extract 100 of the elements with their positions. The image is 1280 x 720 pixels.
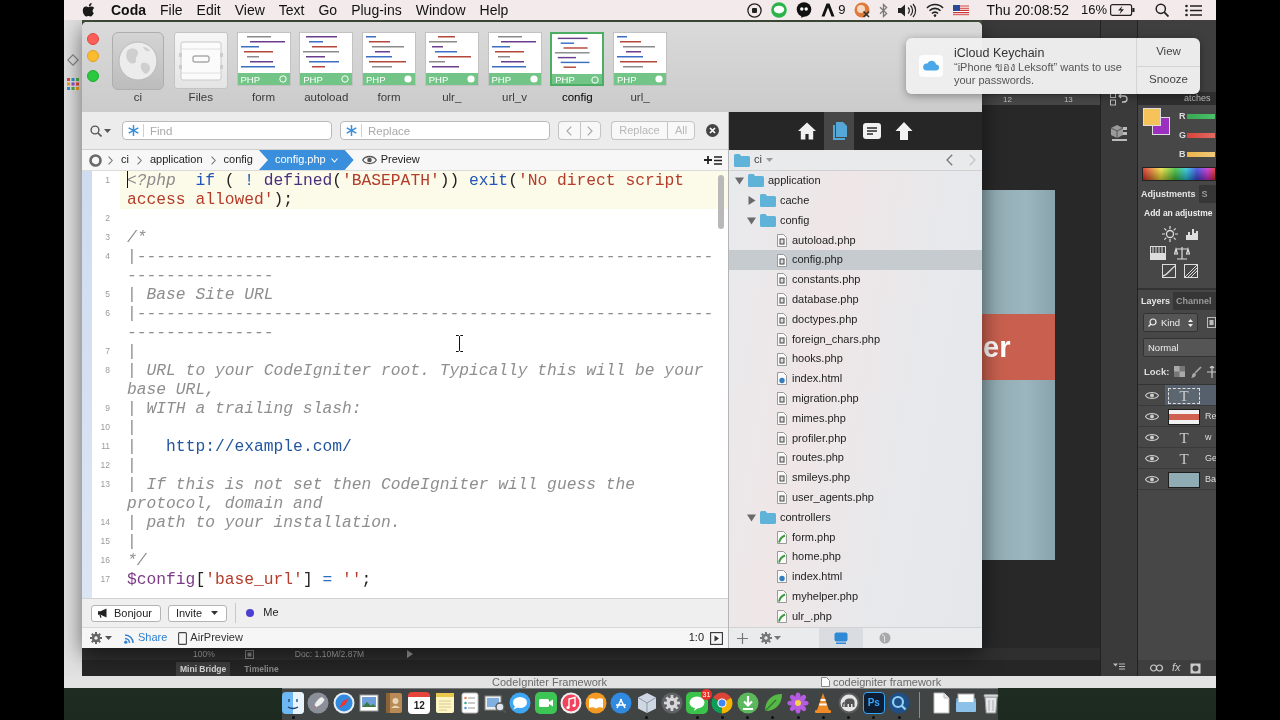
open-book-icon[interactable] [585, 692, 607, 714]
move-icon[interactable] [1207, 365, 1216, 378]
image-filter-icon[interactable] [1207, 316, 1216, 328]
tree-item[interactable]: cache [729, 190, 982, 211]
speech-bubble-icon[interactable] [509, 692, 532, 714]
music-note-icon[interactable] [559, 692, 582, 714]
back-button[interactable] [946, 154, 953, 166]
scrollbar-thumb[interactable] [718, 175, 724, 229]
settings-button[interactable] [760, 632, 781, 644]
layer-row[interactable]: T Ge [1138, 448, 1216, 469]
menu-item[interactable]: Go [318, 0, 338, 20]
levels-icon[interactable] [1150, 246, 1166, 260]
list-icon[interactable] [1185, 3, 1202, 17]
compass-icon[interactable] [332, 692, 355, 714]
tree-item[interactable]: mimes.php [729, 408, 982, 429]
tab-title[interactable]: codeigniter framework [832, 676, 942, 688]
close-button[interactable] [87, 33, 99, 45]
site-name[interactable]: ci [754, 153, 762, 167]
eye-icon[interactable] [1145, 454, 1159, 463]
menu-item[interactable]: Edit [196, 0, 221, 20]
tree-item[interactable]: autoload.php [729, 230, 982, 251]
document-tab[interactable]: Files [173, 32, 228, 112]
search-options-button[interactable] [90, 124, 110, 137]
cube-icon[interactable] [1110, 124, 1128, 142]
tree-item[interactable]: form.php [729, 527, 982, 548]
eye-icon[interactable] [1145, 412, 1159, 421]
gear-icon[interactable] [660, 692, 683, 714]
eye-icon[interactable] [1145, 391, 1159, 400]
path-item[interactable]: config [223, 153, 253, 167]
view-button[interactable] [819, 628, 863, 648]
tree-item[interactable]: routes.php [729, 448, 982, 468]
tree-item[interactable]: config.php [729, 250, 982, 270]
panel-tab[interactable]: Mini Bridge [176, 662, 231, 676]
photo-icon[interactable] [357, 692, 380, 714]
menu-item[interactable]: Help [479, 0, 509, 20]
tree-item[interactable]: home.php [729, 547, 982, 567]
flower-icon[interactable] [787, 692, 809, 714]
wifi-icon[interactable] [926, 3, 945, 17]
notepad-icon[interactable] [433, 692, 456, 714]
site-button[interactable] [89, 153, 102, 167]
play-icon[interactable] [407, 650, 414, 658]
panel-tab[interactable]: S [1198, 185, 1211, 203]
tree-item[interactable]: foreign_chars.php [729, 329, 982, 350]
tree-item[interactable]: ulr_.php [729, 606, 982, 627]
panel-menu-icon[interactable] [1113, 663, 1125, 670]
flag-icon[interactable] [953, 4, 970, 16]
square-icon[interactable] [244, 649, 254, 659]
snooze-button[interactable]: Snooze [1137, 65, 1200, 94]
app-menu[interactable]: Coda [111, 0, 146, 20]
tree-item[interactable]: user_agents.php [729, 487, 982, 508]
preview-button[interactable]: Preview [361, 153, 420, 167]
color-slider-track[interactable] [1187, 133, 1215, 138]
document-tab[interactable]: PHP url_v [487, 32, 542, 112]
store-icon[interactable] [610, 692, 633, 714]
menu-item[interactable]: Plug-ins [351, 0, 402, 20]
path-item[interactable]: application [149, 153, 203, 167]
effects-button[interactable]: fx [1172, 661, 1181, 675]
eye-icon[interactable] [1145, 433, 1159, 442]
document-tab[interactable]: PHP url_ [613, 32, 667, 112]
rocket-icon[interactable] [307, 692, 330, 714]
document-tab[interactable]: PHP ulr_ [424, 32, 479, 112]
address-book-icon[interactable] [383, 692, 405, 714]
tree-item[interactable]: application [729, 171, 982, 191]
airpreview-button[interactable]: AirPreview [178, 631, 243, 645]
menu-item[interactable]: Text [278, 0, 305, 20]
apple-icon[interactable] [82, 2, 95, 18]
color-slider-track[interactable] [1187, 113, 1215, 119]
magnifier-icon[interactable] [888, 692, 910, 714]
panel-tab[interactable]: Timeline [240, 662, 283, 676]
trash-icon[interactable] [980, 692, 1002, 714]
invite-button[interactable]: Invite [167, 604, 228, 622]
layer-row[interactable]: T w [1138, 427, 1216, 448]
quote-bubble-icon[interactable] [796, 2, 813, 18]
document-tab[interactable]: PHP form [236, 32, 291, 112]
color-swatch-icon[interactable] [1143, 108, 1170, 135]
bonjour-button[interactable]: Bonjour [91, 604, 161, 622]
tree-item[interactable]: myhelper.php [729, 586, 982, 607]
tree-item[interactable]: database.php [729, 289, 982, 310]
folder-stack-icon[interactable] [954, 692, 977, 714]
menu-item[interactable]: File [160, 0, 183, 20]
mask-icon[interactable] [1189, 662, 1201, 674]
curve-square-icon[interactable] [1162, 264, 1176, 278]
histogram-icon[interactable] [1186, 226, 1200, 240]
layer-row[interactable]: T [1138, 385, 1216, 406]
disc-icon[interactable] [854, 2, 871, 18]
eye-icon[interactable] [1145, 475, 1159, 484]
document-tab[interactable]: PHP config [550, 32, 605, 112]
bluetooth-icon[interactable] [879, 2, 889, 18]
tree-item[interactable]: index.html [729, 368, 982, 389]
app-tile[interactable]: Ps [862, 692, 885, 714]
clock[interactable]: Thu 20:08:52 [986, 0, 1069, 20]
brush-icon[interactable] [1190, 365, 1203, 378]
preview-toggle-button[interactable] [710, 631, 723, 645]
document-tab[interactable]: ci [111, 32, 165, 112]
color-slider-track[interactable] [1187, 152, 1215, 158]
tree-item[interactable]: doctypes.php [729, 309, 982, 330]
close-find-button[interactable] [706, 124, 719, 137]
menu-item[interactable]: View [234, 0, 265, 20]
view-button[interactable]: View [1137, 38, 1200, 66]
filter-dropdown[interactable]: Kind [1143, 313, 1198, 332]
